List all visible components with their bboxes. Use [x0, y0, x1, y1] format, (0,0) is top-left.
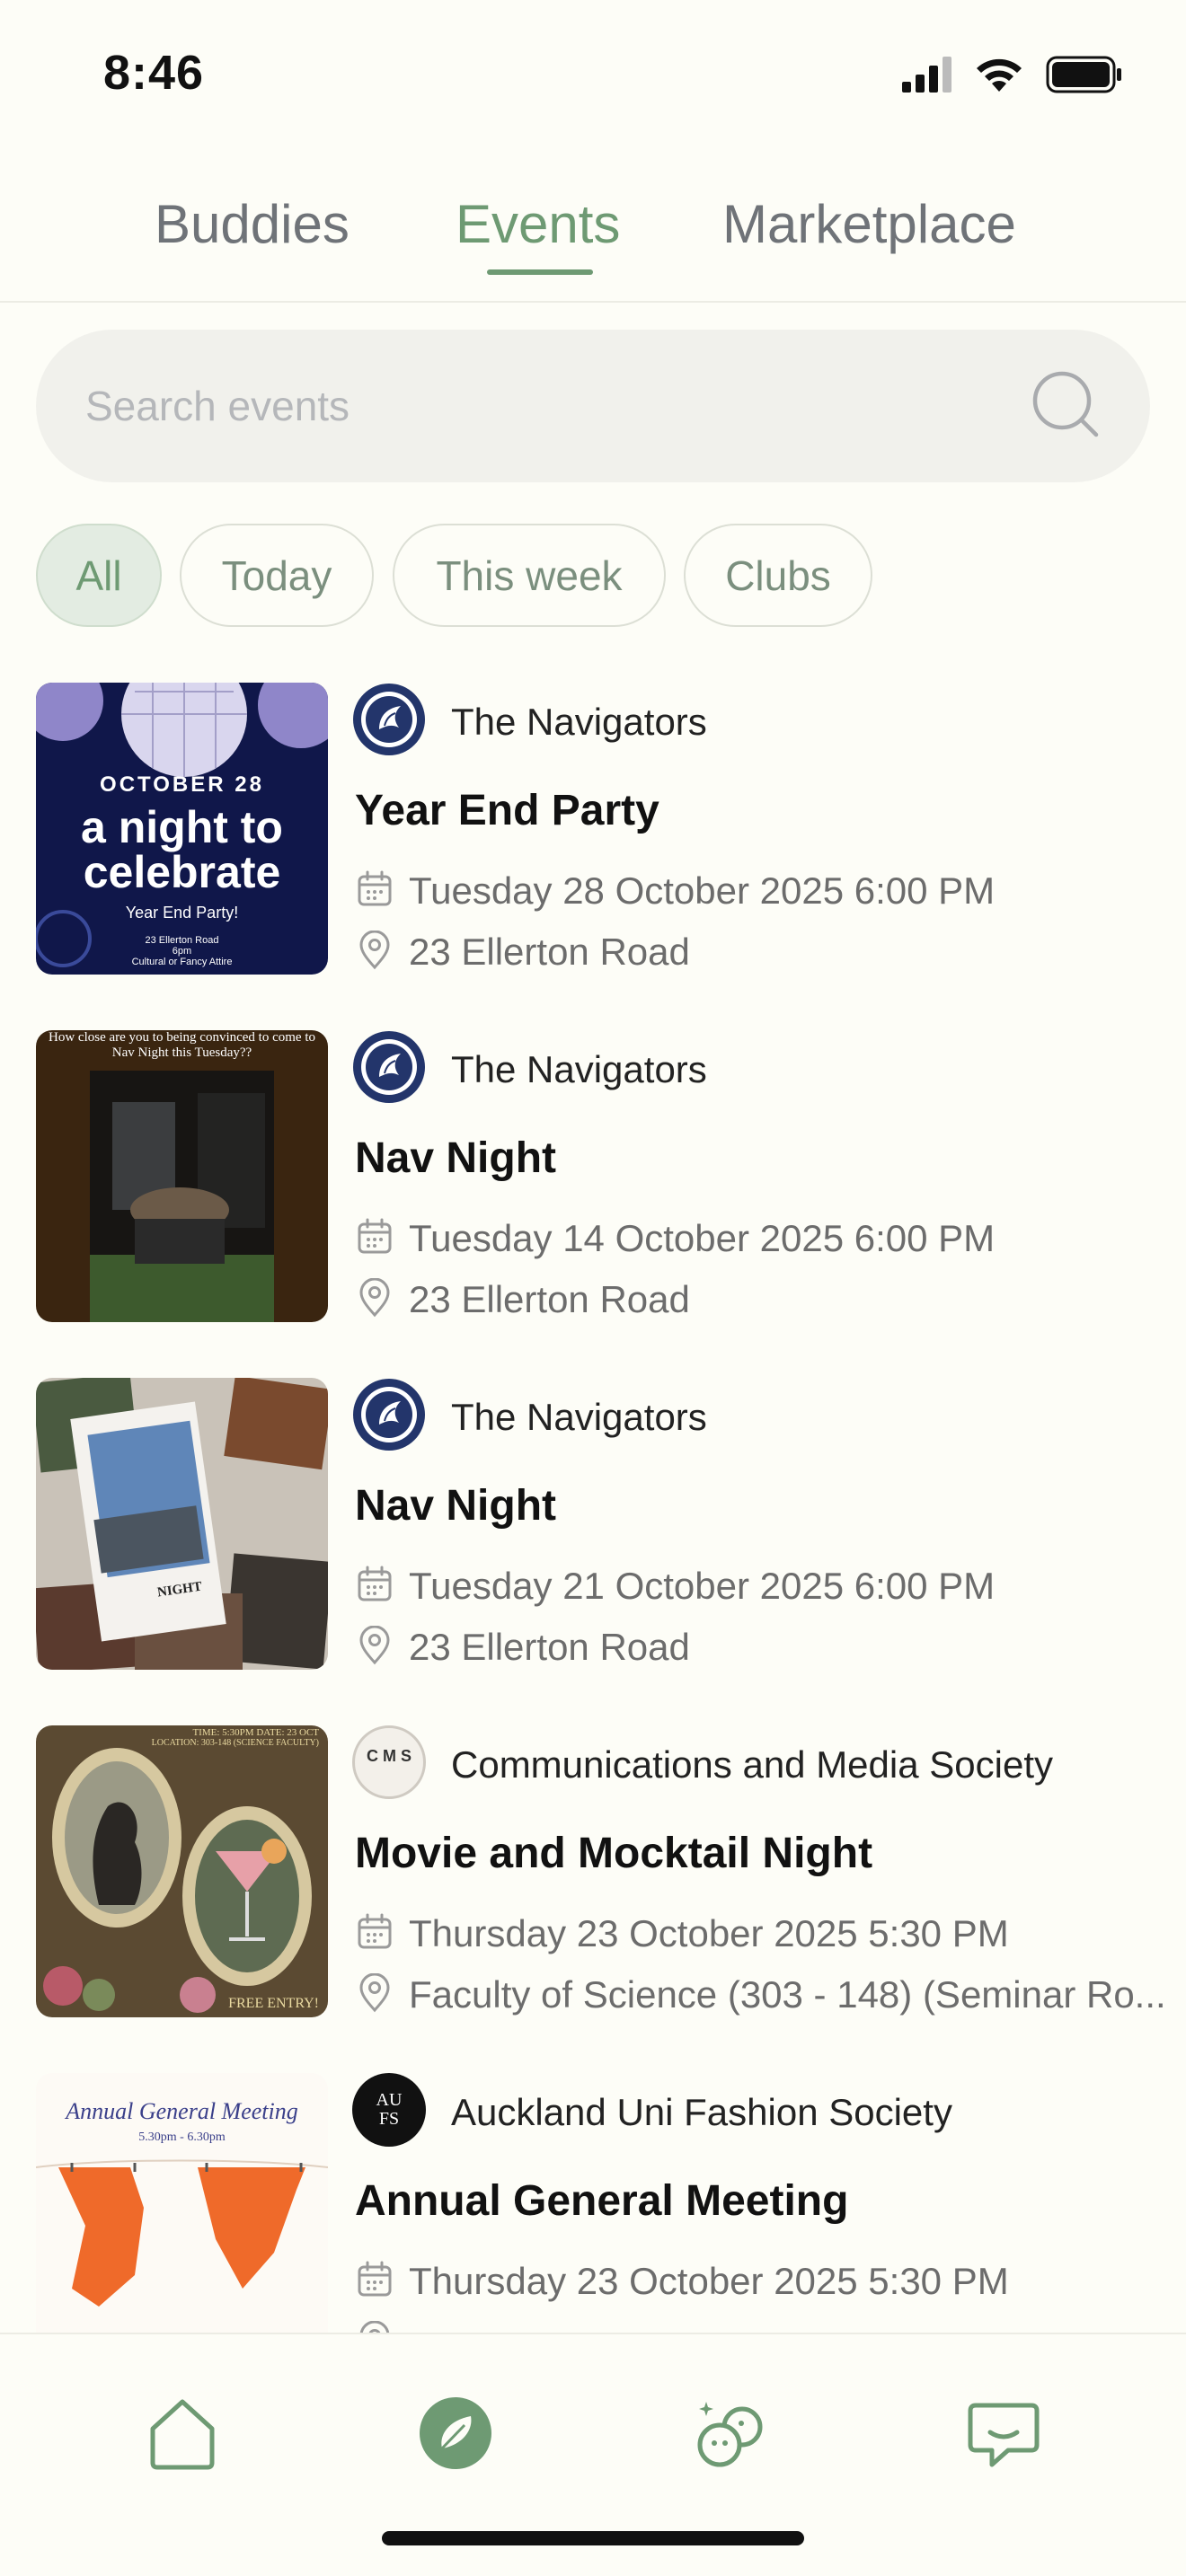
- event-title[interactable]: Nav Night: [355, 1481, 556, 1531]
- event-card[interactable]: TIME: 5:30PM DATE: 23 OCT LOCATION: 303-…: [36, 1725, 1166, 2022]
- location-pin-icon: [355, 931, 394, 970]
- home-indicator[interactable]: [382, 2531, 804, 2545]
- location-pin-icon: [355, 1973, 394, 2013]
- org-name[interactable]: Communications and Media Society: [451, 1743, 1053, 1786]
- event-location: 23 Ellerton Road: [409, 1278, 690, 1320]
- thumb-text: TIME: 5:30PM DATE: 23 OCT LOCATION: 303-…: [151, 1727, 319, 1748]
- org-name[interactable]: The Navigators: [451, 1396, 707, 1439]
- event-title[interactable]: Annual General Meeting: [355, 2176, 848, 2226]
- chip-today[interactable]: Today: [180, 524, 374, 627]
- search-bar[interactable]: Search events: [36, 330, 1150, 482]
- org-avatar[interactable]: [352, 1030, 426, 1104]
- search-input[interactable]: Search events: [85, 382, 350, 430]
- location-pin-icon: [355, 1626, 394, 1665]
- org-name[interactable]: The Navigators: [451, 701, 707, 744]
- status-bar: 8:46: [0, 0, 1186, 148]
- chip-clubs[interactable]: Clubs: [684, 524, 872, 627]
- signal-icon: [902, 57, 951, 93]
- event-title[interactable]: Movie and Mocktail Night: [355, 1829, 872, 1878]
- tab-buddies[interactable]: Buddies: [155, 193, 350, 255]
- calendar-icon: [355, 869, 394, 909]
- event-location: 23 Ellerton Road: [409, 931, 690, 973]
- nav-events[interactable]: [406, 2384, 505, 2483]
- search-icon[interactable]: [1031, 370, 1103, 442]
- battery-icon: [1046, 56, 1121, 93]
- org-avatar[interactable]: [352, 1378, 426, 1451]
- org-name[interactable]: The Navigators: [451, 1048, 707, 1091]
- event-date: Tuesday 21 October 2025 6:00 PM: [409, 1565, 996, 1607]
- calendar-icon: [355, 1217, 394, 1257]
- wifi-icon: [977, 58, 1022, 92]
- top-tabs: Buddies Events Marketplace: [0, 148, 1186, 303]
- thumb-free-entry: FREE ENTRY!: [228, 1996, 319, 2011]
- compass-icon[interactable]: [415, 2393, 496, 2474]
- event-date: Tuesday 28 October 2025 6:00 PM: [409, 869, 996, 912]
- event-card[interactable]: NIGHT The Navigators Nav Night Tuesday 2…: [36, 1378, 1159, 1674]
- tab-marketplace[interactable]: Marketplace: [722, 193, 1016, 255]
- nav-buddies[interactable]: [681, 2384, 780, 2483]
- status-time: 8:46: [103, 46, 205, 100]
- event-thumbnail[interactable]: TIME: 5:30PM DATE: 23 OCT LOCATION: 303-…: [36, 1725, 328, 2017]
- event-date: Tuesday 14 October 2025 6:00 PM: [409, 1217, 996, 1259]
- event-title[interactable]: Nav Night: [355, 1134, 556, 1183]
- thumb-text: OCTOBER 28 a night to celebrate Year End…: [81, 772, 283, 967]
- thumb-caption: How close are you to being convinced to …: [49, 1030, 315, 1060]
- tab-events[interactable]: Events: [456, 193, 620, 255]
- event-date: Thursday 23 October 2025 5:30 PM: [409, 1912, 1009, 1954]
- event-thumbnail[interactable]: OCTOBER 28 a night to celebrate Year End…: [36, 683, 328, 975]
- event-thumbnail[interactable]: NIGHT: [36, 1378, 328, 1670]
- event-card[interactable]: Annual General Meeting 5.30pm - 6.30pm A…: [36, 2073, 1159, 2333]
- event-location: Faculty of Science (303 - 148) (Seminar …: [409, 1973, 1166, 2016]
- event-thumbnail[interactable]: How close are you to being convinced to …: [36, 1030, 328, 1322]
- chip-all[interactable]: All: [36, 524, 162, 627]
- event-card[interactable]: How close are you to being convinced to …: [36, 1030, 1159, 1327]
- org-name[interactable]: Auckland Uni Fashion Society: [451, 2091, 952, 2134]
- event-title[interactable]: Year End Party: [355, 786, 659, 835]
- thumb-text: Annual General Meeting 5.30pm - 6.30pm: [66, 2098, 298, 2144]
- location-pin-icon: [355, 1278, 394, 1318]
- location-pin-icon: [355, 2321, 394, 2333]
- event-thumbnail[interactable]: Annual General Meeting 5.30pm - 6.30pm: [36, 2073, 328, 2333]
- org-avatar[interactable]: [352, 683, 426, 756]
- org-avatar[interactable]: AU FS: [352, 2073, 426, 2147]
- org-avatar[interactable]: C M S: [352, 1725, 426, 1799]
- calendar-icon: [355, 1912, 394, 1952]
- active-tab-indicator: [487, 269, 593, 275]
- buddies-icon[interactable]: [690, 2393, 771, 2474]
- event-date: Thursday 23 October 2025 5:30 PM: [409, 2260, 1009, 2302]
- calendar-icon: [355, 1565, 394, 1604]
- nav-home[interactable]: [133, 2384, 232, 2483]
- home-icon[interactable]: [142, 2393, 223, 2474]
- nav-chat[interactable]: [954, 2384, 1053, 2483]
- calendar-icon: [355, 2260, 394, 2299]
- chip-this-week[interactable]: This week: [393, 524, 666, 627]
- event-location: 23 Ellerton Road: [409, 1626, 690, 1668]
- status-icons: [902, 56, 1123, 93]
- event-card[interactable]: OCTOBER 28 a night to celebrate Year End…: [36, 683, 1159, 979]
- chat-icon[interactable]: [963, 2393, 1044, 2474]
